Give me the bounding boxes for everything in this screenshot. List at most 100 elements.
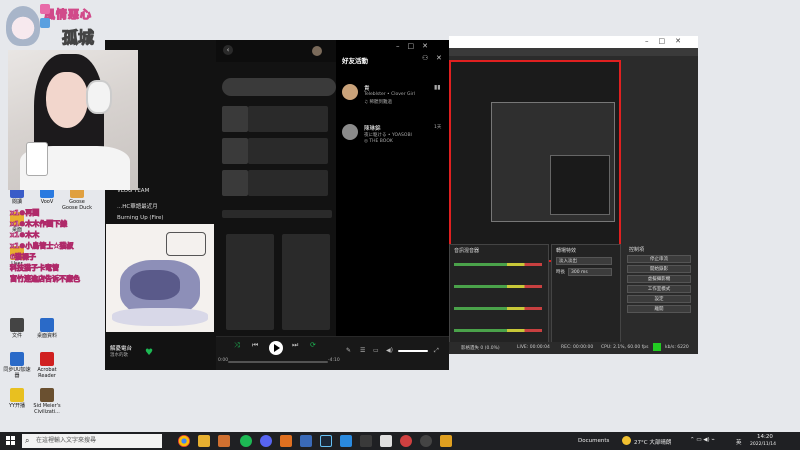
documents-toolbar[interactable]: Documents <box>578 438 609 444</box>
nested-preview-inner <box>550 155 610 215</box>
obs-icon[interactable] <box>420 435 432 447</box>
studio-mode-button[interactable]: 工作室模式 <box>627 285 691 293</box>
clock-time[interactable]: 14:20 <box>757 434 773 440</box>
chat-line: x1⊕小鳥管士★猫叔 <box>10 242 74 251</box>
loading-placeholder <box>222 78 336 96</box>
taskbar-search-input[interactable]: 在這裡輸入文字來搜尋 <box>22 434 162 448</box>
art-shape <box>112 308 208 326</box>
add-friend-icon[interactable]: ⚇ <box>422 54 428 62</box>
next-icon[interactable]: ⏭ <box>292 341 298 350</box>
friend-activity-panel: –□✕ 好友活動 ⚇ ✕ 貴 Teleblster • Clover Girl … <box>336 40 449 356</box>
app-icon[interactable] <box>280 435 292 447</box>
virtual-camera-button[interactable]: 虛擬攝影機 <box>627 275 691 283</box>
app-icon[interactable] <box>380 435 392 447</box>
loading-placeholder <box>222 170 248 196</box>
lyrics-icon[interactable]: ✎ <box>346 347 351 354</box>
liked-heart-icon[interactable]: ♥ <box>145 348 153 358</box>
friend-avatar[interactable] <box>342 84 358 100</box>
queue-icon[interactable]: ☰ <box>360 347 365 354</box>
exit-button[interactable]: 離開 <box>627 305 691 313</box>
friend-source[interactable]: ♫ 稀聽到難過 <box>364 99 392 105</box>
chat-line: 科技猫子卡竜管 <box>10 264 60 273</box>
desktop-icon-civilization[interactable]: Sid Meier's Civilizati... <box>32 388 62 415</box>
overlay-badge <box>40 18 50 28</box>
sidebar-item-hc[interactable]: ...HC華語最近月 <box>117 202 158 210</box>
settings-button[interactable]: 設定 <box>627 295 691 303</box>
file-explorer-icon[interactable] <box>198 435 210 447</box>
weather-text[interactable]: 27°C 大部晴朗 <box>634 438 671 446</box>
friend-track[interactable]: 夜に駆ける • YOASOBI <box>364 132 412 138</box>
input-language[interactable]: 英 <box>736 438 742 446</box>
tray-icons[interactable]: ⌃ ▭ ◀) ⌁ <box>690 437 715 443</box>
sidebar-item-burning-up[interactable]: Burning Up (Fire) <box>117 215 164 221</box>
chrome-icon[interactable] <box>178 435 190 447</box>
bitrate: kb/s: 6220 <box>665 345 689 350</box>
desktop-icon-documents[interactable]: 文件 <box>2 318 32 339</box>
progress-bar[interactable] <box>228 361 328 363</box>
cpu-usage: CPU: 2.1%, 60.00 fps <box>601 345 649 350</box>
stop-streaming-button[interactable]: 停止串流 <box>627 255 691 263</box>
app-icon[interactable] <box>360 435 372 447</box>
overlay-badge <box>40 4 50 14</box>
spotify-icon[interactable] <box>240 435 252 447</box>
discord-icon[interactable] <box>260 435 272 447</box>
time-total: -4:10 <box>328 358 340 363</box>
icon-label: VooV <box>40 199 54 205</box>
civilization-icon <box>40 388 54 402</box>
icon-label: Acrobat Reader <box>37 367 57 379</box>
friend-name[interactable]: 貴 <box>364 84 370 92</box>
previous-icon[interactable]: ⏮ <box>252 341 258 350</box>
uu-accelerator-icon <box>10 352 24 366</box>
headphones <box>86 80 112 114</box>
start-recording-button[interactable]: 開始錄影 <box>627 265 691 273</box>
volume-slider[interactable] <box>398 350 428 352</box>
desktop-icon-desktop-data[interactable]: 桌面資料 <box>32 318 62 339</box>
back-arrow-icon[interactable]: ‹ <box>223 45 233 55</box>
controls-title: 控制項 <box>629 247 645 253</box>
steam-icon[interactable] <box>320 435 332 447</box>
loading-placeholder <box>248 138 328 164</box>
volume-icon[interactable]: ◀) <box>386 347 393 354</box>
weather-icon[interactable] <box>622 436 631 445</box>
repeat-icon[interactable]: ⟳ <box>310 341 316 349</box>
desktop-icon-uu-accelerator[interactable]: 同步UU加速器 <box>2 352 32 379</box>
friend-source[interactable]: ◎ THE BOOK <box>364 139 393 144</box>
app-icon[interactable] <box>400 435 412 447</box>
transition-select[interactable]: 淡入淡出 <box>556 257 612 265</box>
icon-label: 文件 <box>11 333 22 339</box>
user-avatar[interactable] <box>312 46 322 56</box>
app-icon[interactable] <box>300 435 312 447</box>
close-icon[interactable]: ✕ <box>436 54 442 62</box>
obs-preview[interactable] <box>449 60 621 262</box>
app-icon[interactable] <box>440 435 452 447</box>
devices-icon[interactable]: ▭ <box>373 347 379 354</box>
mixer-meter <box>454 329 542 332</box>
chat-line: x1⊕木木作圖下線 <box>10 220 68 229</box>
shuffle-icon[interactable]: ⤨ <box>234 341 240 350</box>
friend-avatar[interactable] <box>342 124 358 140</box>
loading-placeholder <box>282 234 330 330</box>
now-playing-title[interactable]: 解憂電台 <box>110 344 132 352</box>
taskbar: 在這裡輸入文字來搜尋 Documents 27°C 大部晴朗 ⌃ ▭ ◀) ⌁ … <box>0 432 800 450</box>
spotify-window: ‹ –□✕ 好友活動 ⚇ ✕ 貴 Teleblster • Clover Gir… <box>216 40 449 370</box>
friend-name[interactable]: 陳琳錦 <box>364 124 381 132</box>
acrobat-icon <box>40 352 54 366</box>
app-icon[interactable] <box>218 435 230 447</box>
app-icon[interactable] <box>340 435 352 447</box>
loading-placeholder <box>248 170 328 196</box>
chat-line: 富竹連進店告诉不廉色 <box>10 275 81 284</box>
duration-input[interactable]: 300 ms <box>568 268 612 276</box>
chat-overlay: x1⊕再圖 x1⊕木木作圖下線 x1⊕木木 x1⊕小鳥管士★猫叔 6猫裸子 科技… <box>10 208 120 285</box>
play-button[interactable] <box>269 341 283 355</box>
obs-menubar <box>449 48 698 56</box>
clock-date[interactable]: 2022/11/14 <box>750 442 776 447</box>
desktop-icon-acrobat[interactable]: Acrobat Reader <box>32 352 62 379</box>
live-indicator <box>653 343 661 351</box>
windows-start-icon[interactable] <box>6 436 16 446</box>
desktop-icon-yy[interactable]: YY开播 <box>2 388 32 409</box>
fullscreen-icon[interactable]: ⤢ <box>434 347 439 355</box>
window-controls: –□✕ <box>396 42 436 50</box>
time-elapsed: 0:00 <box>218 358 229 363</box>
friend-track[interactable]: Teleblster • Clover Girl <box>364 92 415 97</box>
now-playing-artist[interactable]: 溫水的歌 <box>110 352 128 358</box>
